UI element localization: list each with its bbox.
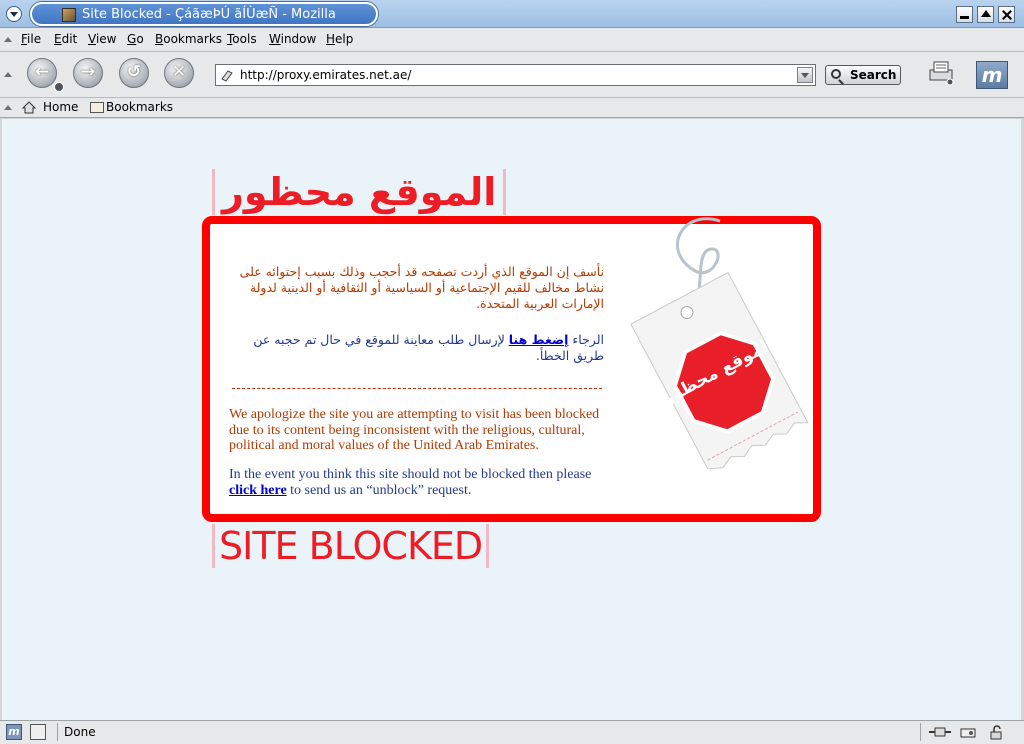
forward-button[interactable]: → [73, 58, 103, 88]
window-title-pill: Site Blocked - ÇáãæÞÚ ãÍÙæÑ - Mozilla [30, 2, 378, 26]
forward-arrow-icon: → [80, 62, 96, 82]
toolbar-grip-icon[interactable] [3, 98, 13, 118]
menu-edit[interactable]: Edit [54, 32, 77, 46]
toolbar-grip-icon[interactable] [3, 52, 13, 98]
menu-tools[interactable]: Tools [227, 32, 257, 46]
menu-file[interactable]: File [21, 32, 41, 46]
arabic-apology-text: نأسف إن الموقع الذي أردت تصفحه قد أحجب و… [239, 264, 604, 311]
reload-icon: ↺ [126, 62, 142, 82]
navigation-toolbar: ← → ↺ ✕ http://proxy.emirates.net.ae/ Se… [0, 52, 1024, 98]
stop-x-icon: ✕ [171, 62, 187, 82]
arabic-heading: الموقع محظور [212, 169, 507, 215]
component-bar-icon[interactable] [30, 724, 46, 740]
menu-bar: File Edit View Go Bookmarks Tools Window… [0, 28, 1024, 52]
print-icon[interactable] [926, 60, 956, 86]
stop-button[interactable]: ✕ [164, 58, 194, 88]
unlocked-padlock-icon[interactable] [988, 724, 1004, 740]
url-bar[interactable]: http://proxy.emirates.net.ae/ [215, 64, 816, 86]
arabic-click-here-link[interactable]: إضغط هنا [509, 332, 569, 347]
search-button-label: Search [850, 68, 897, 82]
bookmarks-button[interactable]: Bookmarks [106, 100, 173, 114]
menu-help[interactable]: Help [326, 32, 353, 46]
status-text: Done [64, 725, 96, 739]
blocked-tag-image: الموقع محظور [630, 217, 809, 469]
window-menu-button[interactable] [6, 6, 22, 22]
back-history-dropdown-icon[interactable] [54, 82, 64, 92]
maximize-button[interactable] [977, 6, 994, 23]
divider [232, 388, 602, 389]
window-title: Site Blocked - ÇáãæÞÚ ãÍÙæÑ - Mozilla [82, 7, 336, 22]
home-icon[interactable] [22, 101, 36, 114]
reload-button[interactable]: ↺ [119, 58, 149, 88]
mozilla-mini-icon[interactable]: m [6, 724, 22, 740]
page-proxy-icon [221, 70, 233, 82]
arabic-unblock-text: الرجاء إضغط هنا لإرسال طلب معاينة للموقع… [253, 332, 604, 363]
url-history-dropdown-icon[interactable] [797, 67, 813, 83]
online-connection-icon[interactable] [928, 724, 952, 740]
folder-icon[interactable] [90, 102, 104, 113]
page-content: الموقع محظور نأسف إن الموقع الذي أردت تص… [2, 119, 1021, 720]
english-unblock-text: In the event you think this site should … [229, 467, 592, 498]
document-icon [62, 8, 76, 22]
personal-toolbar: Home Bookmarks [0, 98, 1024, 118]
search-button[interactable]: Search [825, 65, 901, 85]
back-arrow-icon: ← [34, 62, 50, 82]
toolbar-grip-icon[interactable] [3, 28, 13, 52]
click-here-link[interactable]: click here [229, 483, 287, 498]
minimize-button[interactable] [956, 6, 973, 23]
home-button[interactable]: Home [43, 100, 78, 114]
title-bar: Site Blocked - ÇáãæÞÚ ãÍÙæÑ - Mozilla [0, 0, 1024, 28]
back-button[interactable]: ← [27, 58, 57, 88]
search-icon [831, 69, 841, 79]
mozilla-logo-icon[interactable]: m [976, 61, 1008, 89]
status-separator [57, 723, 58, 741]
security-info-icon[interactable] [960, 724, 976, 740]
url-text[interactable]: http://proxy.emirates.net.ae/ [240, 68, 411, 82]
status-separator [920, 723, 921, 741]
menu-view[interactable]: View [88, 32, 116, 46]
english-apology-text: We apologize the site you are attempting… [229, 407, 600, 453]
menu-bookmarks[interactable]: Bookmarks [155, 32, 222, 46]
close-button[interactable] [998, 6, 1015, 23]
status-bar: m Done [0, 720, 1024, 744]
english-heading: SITE BLOCKED [212, 524, 490, 568]
menu-go[interactable]: Go [127, 32, 144, 46]
menu-window[interactable]: Window [269, 32, 316, 46]
